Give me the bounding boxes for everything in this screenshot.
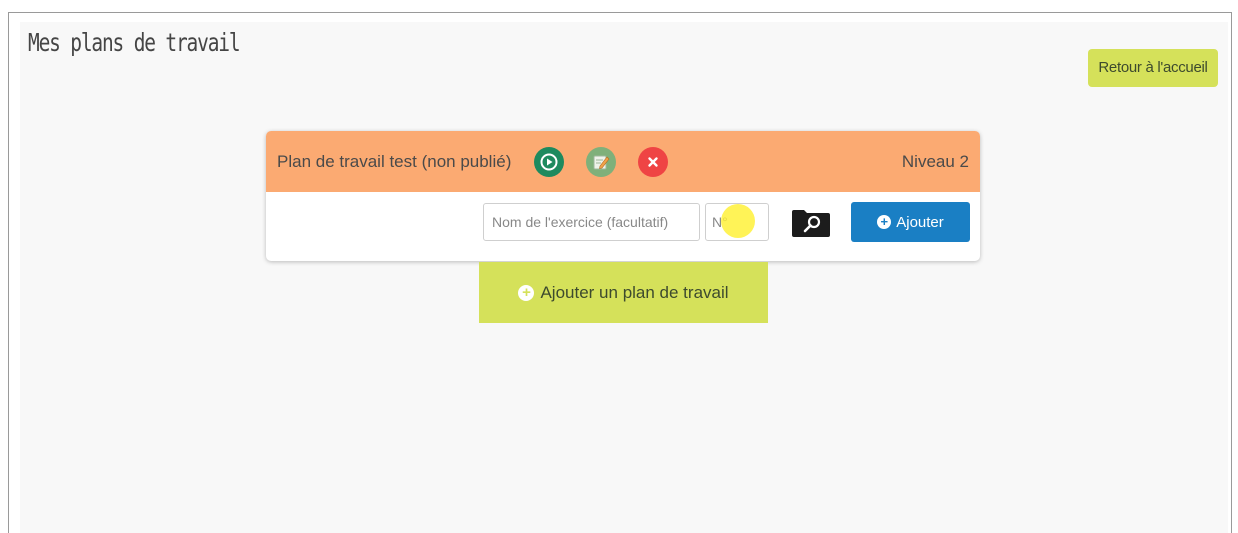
plan-level: Niveau 2 bbox=[901, 152, 969, 171]
page-title: Mes plans de travail bbox=[28, 28, 241, 57]
exercise-name-input[interactable] bbox=[483, 203, 700, 241]
plan-card: Plan de travail test (non publié) Niveau… bbox=[266, 131, 980, 261]
add-exercise-label: Ajouter bbox=[896, 213, 944, 231]
play-button[interactable] bbox=[534, 147, 564, 177]
add-plan-label: Ajouter un plan de travail bbox=[540, 282, 729, 302]
delete-button[interactable] bbox=[638, 147, 668, 177]
play-circle-icon bbox=[540, 153, 558, 171]
add-plan-button[interactable]: + Ajouter un plan de travail bbox=[479, 262, 768, 323]
edit-icon bbox=[593, 155, 610, 170]
plus-circle-icon: + bbox=[518, 284, 535, 301]
browse-exercise-button[interactable] bbox=[790, 207, 832, 239]
plan-header: Plan de travail test (non publié) Niveau… bbox=[266, 131, 980, 192]
folder-search-icon bbox=[792, 210, 830, 237]
plan-title: Plan de travail test (non publié) bbox=[277, 152, 512, 171]
home-button[interactable]: Retour à l'accueil bbox=[1088, 49, 1218, 87]
close-circle-icon bbox=[648, 157, 658, 167]
plus-circle-icon: + bbox=[877, 215, 892, 229]
exercise-number-input[interactable] bbox=[705, 203, 769, 241]
add-exercise-button[interactable]: + Ajouter bbox=[851, 202, 970, 242]
edit-button[interactable] bbox=[586, 147, 616, 177]
page-content: Mes plans de travail Retour à l'accueil … bbox=[20, 22, 1228, 533]
